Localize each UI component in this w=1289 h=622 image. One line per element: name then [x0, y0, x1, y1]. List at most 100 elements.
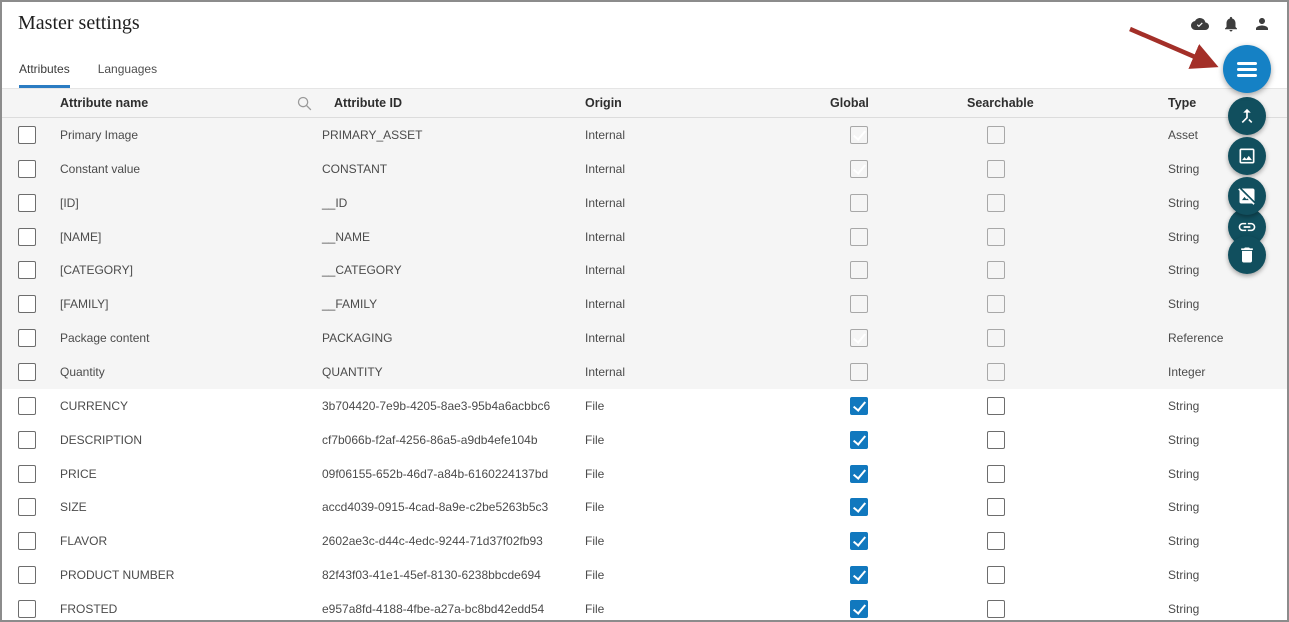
searchable-checkbox[interactable] [987, 465, 1005, 483]
type-cell: String [1168, 399, 1287, 413]
notifications-icon[interactable] [1222, 15, 1240, 33]
searchable-checkbox[interactable] [987, 532, 1005, 550]
row-select-checkbox[interactable] [18, 465, 36, 483]
row-select-checkbox[interactable] [18, 228, 36, 246]
global-checkbox[interactable] [850, 397, 868, 415]
global-checkbox[interactable] [850, 566, 868, 584]
searchable-checkbox[interactable] [987, 600, 1005, 618]
row-select-checkbox[interactable] [18, 600, 36, 618]
searchable-checkbox[interactable] [987, 295, 1005, 313]
attribute-id-cell: __FAMILY [322, 297, 585, 311]
searchable-checkbox[interactable] [987, 160, 1005, 178]
global-checkbox[interactable] [850, 600, 868, 618]
origin-cell: Internal [585, 162, 830, 176]
origin-cell: Internal [585, 263, 830, 277]
remove-image-button[interactable] [1228, 177, 1266, 215]
global-checkbox[interactable] [850, 194, 868, 212]
searchable-checkbox[interactable] [987, 228, 1005, 246]
attribute-id-cell: __ID [322, 196, 585, 210]
row-select-checkbox[interactable] [18, 363, 36, 381]
table-row[interactable]: Primary Image PRIMARY_ASSET Internal Ass… [2, 118, 1287, 152]
table-row[interactable]: [ID] __ID Internal String [2, 186, 1287, 220]
origin-cell: File [585, 602, 830, 616]
tab-languages[interactable]: Languages [98, 62, 157, 88]
global-checkbox[interactable] [850, 363, 868, 381]
attribute-id-cell: 82f43f03-41e1-45ef-8130-6238bbcde694 [322, 568, 585, 582]
row-select-checkbox[interactable] [18, 498, 36, 516]
row-select-checkbox[interactable] [18, 397, 36, 415]
origin-cell: Internal [585, 128, 830, 142]
searchable-checkbox[interactable] [987, 431, 1005, 449]
origin-cell: File [585, 467, 830, 481]
table-row[interactable]: [NAME] __NAME Internal String [2, 220, 1287, 254]
link-icon [1237, 217, 1257, 237]
global-checkbox[interactable] [850, 498, 868, 516]
searchable-checkbox[interactable] [987, 363, 1005, 381]
searchable-checkbox[interactable] [987, 126, 1005, 144]
column-header-attribute-id: Attribute ID [322, 96, 585, 110]
table-row[interactable]: PRICE 09f06155-652b-46d7-a84b-6160224137… [2, 457, 1287, 491]
searchable-checkbox[interactable] [987, 566, 1005, 584]
global-checkbox[interactable] [850, 329, 868, 347]
add-image-button[interactable] [1228, 137, 1266, 175]
global-checkbox[interactable] [850, 126, 868, 144]
type-cell: String [1168, 230, 1287, 244]
row-select-checkbox[interactable] [18, 160, 36, 178]
searchable-checkbox[interactable] [987, 498, 1005, 516]
table-row[interactable]: Constant value CONSTANT Internal String [2, 152, 1287, 186]
row-select-checkbox[interactable] [18, 329, 36, 347]
table-row[interactable]: Quantity QUANTITY Internal Integer [2, 355, 1287, 389]
global-checkbox[interactable] [850, 261, 868, 279]
global-checkbox[interactable] [850, 295, 868, 313]
row-select-checkbox[interactable] [18, 566, 36, 584]
row-select-checkbox[interactable] [18, 126, 36, 144]
searchable-checkbox[interactable] [987, 397, 1005, 415]
menu-icon [1237, 62, 1257, 77]
searchable-checkbox[interactable] [987, 261, 1005, 279]
table-row[interactable]: FLAVOR 2602ae3c-d44c-4edc-9244-71d37f02f… [2, 524, 1287, 558]
row-select-checkbox[interactable] [18, 295, 36, 313]
attribute-name-cell: Constant value [52, 162, 286, 176]
global-checkbox[interactable] [850, 431, 868, 449]
table-row[interactable]: [CATEGORY] __CATEGORY Internal String [2, 253, 1287, 287]
table-row[interactable]: CURRENCY 3b704420-7e9b-4205-8ae3-95b4a6a… [2, 389, 1287, 423]
global-checkbox[interactable] [850, 532, 868, 550]
attribute-name-cell: [ID] [52, 196, 286, 210]
search-icon[interactable] [296, 95, 313, 112]
row-select-checkbox[interactable] [18, 194, 36, 212]
topbar-icons [1191, 15, 1271, 33]
row-select-checkbox[interactable] [18, 532, 36, 550]
searchable-checkbox[interactable] [987, 329, 1005, 347]
row-select-checkbox[interactable] [18, 261, 36, 279]
table-row[interactable]: Package content PACKAGING Internal Refer… [2, 321, 1287, 355]
fab-menu-button[interactable] [1223, 45, 1271, 93]
table-row[interactable]: DESCRIPTION cf7b066b-f2af-4256-86a5-a9db… [2, 423, 1287, 457]
table-row[interactable]: SIZE accd4039-0915-4cad-8a9e-c2be5263b5c… [2, 490, 1287, 524]
row-select-checkbox[interactable] [18, 431, 36, 449]
origin-cell: File [585, 500, 830, 514]
global-checkbox[interactable] [850, 160, 868, 178]
type-cell: String [1168, 297, 1287, 311]
attribute-name-cell: Primary Image [52, 128, 286, 142]
image-icon [1237, 146, 1257, 166]
delete-button[interactable] [1228, 236, 1266, 274]
table-row[interactable]: PRODUCT NUMBER 82f43f03-41e1-45ef-8130-6… [2, 558, 1287, 592]
global-checkbox[interactable] [850, 465, 868, 483]
tab-attributes[interactable]: Attributes [19, 62, 70, 88]
merge-attributes-button[interactable] [1228, 97, 1266, 135]
origin-cell: Internal [585, 365, 830, 379]
table-row[interactable]: FROSTED e957a8fd-4188-4fbe-a27a-bc8bd42e… [2, 592, 1287, 622]
attribute-name-cell: FLAVOR [52, 534, 286, 548]
table-body: Primary Image PRIMARY_ASSET Internal Ass… [2, 118, 1287, 622]
type-cell: String [1168, 568, 1287, 582]
attribute-id-cell: 3b704420-7e9b-4205-8ae3-95b4a6acbbc6 [322, 399, 585, 413]
type-cell: String [1168, 162, 1287, 176]
delete-icon [1237, 245, 1257, 265]
cloud-check-icon[interactable] [1191, 15, 1209, 33]
searchable-checkbox[interactable] [987, 194, 1005, 212]
app-window: Master settings Attributes Languages Att… [0, 0, 1289, 622]
user-icon[interactable] [1253, 15, 1271, 33]
global-checkbox[interactable] [850, 228, 868, 246]
table-row[interactable]: [FAMILY] __FAMILY Internal String [2, 287, 1287, 321]
type-cell: Asset [1168, 128, 1287, 142]
